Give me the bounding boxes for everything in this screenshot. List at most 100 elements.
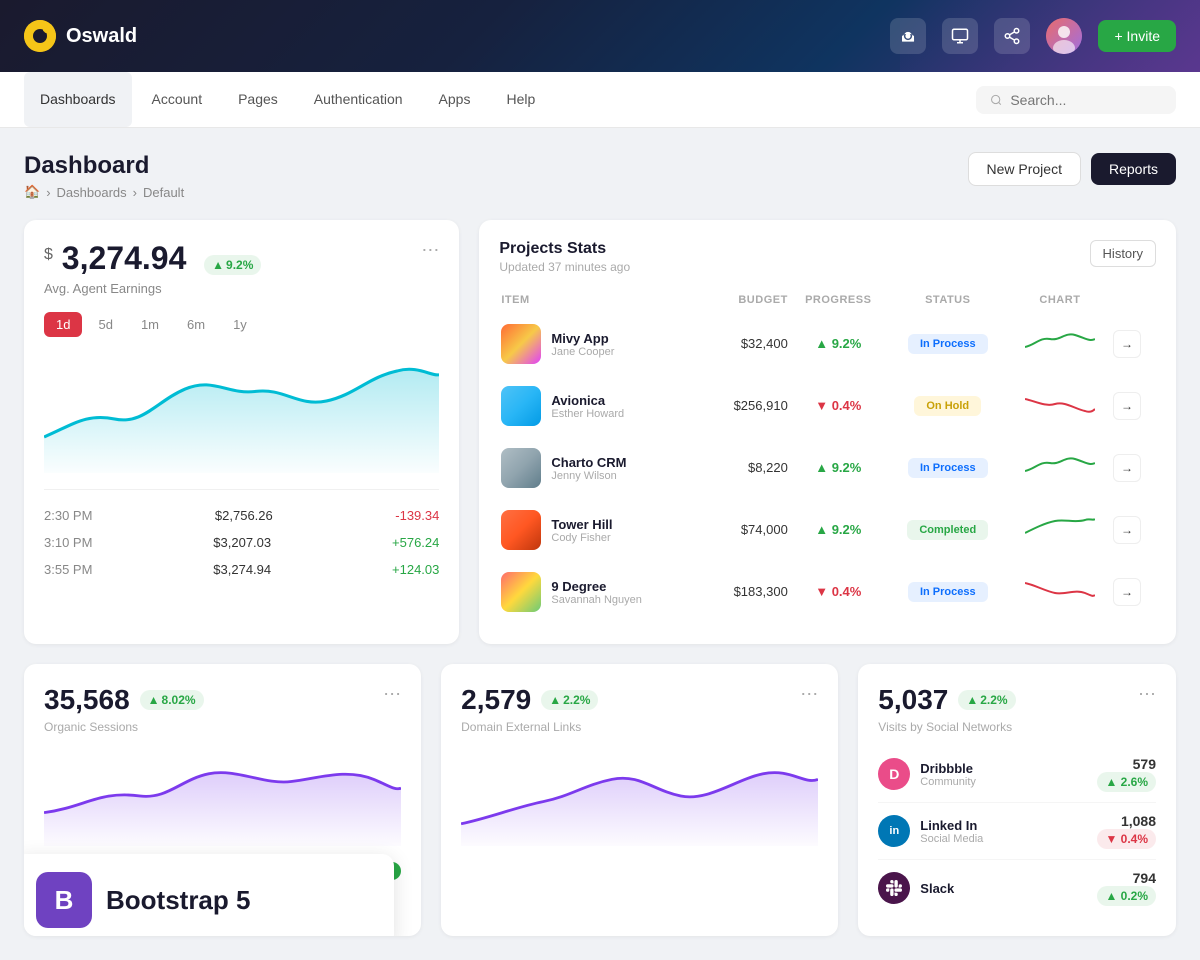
nav-item-apps[interactable]: Apps bbox=[423, 72, 487, 127]
social-dribbble: D Dribbble Community 579 ▲ 2.6% bbox=[878, 746, 1156, 803]
organic-chart bbox=[44, 746, 401, 846]
slack-badge: ▲ 0.2% bbox=[1097, 886, 1156, 906]
row-arrow-button[interactable]: → bbox=[1113, 578, 1141, 606]
chart-cell bbox=[1009, 438, 1111, 498]
social-more-button[interactable]: ⋯ bbox=[1138, 684, 1156, 705]
earnings-card: $ 3,274.94 ▲ 9.2% Avg. Agent Earnings ⋯ … bbox=[24, 220, 459, 644]
history-button[interactable]: History bbox=[1090, 240, 1156, 267]
breadcrumb-dashboards[interactable]: Dashboards bbox=[57, 185, 127, 200]
chart-cell bbox=[1009, 500, 1111, 560]
camera-icon-btn[interactable] bbox=[890, 18, 926, 54]
table-row: Avionica Esther Howard $256,910 ▼ 0.4% O… bbox=[501, 376, 1154, 436]
page-header: Dashboard 🏠 › Dashboards › Default New P… bbox=[24, 152, 1176, 200]
budget-cell: $256,910 bbox=[709, 376, 788, 436]
slack-stats: 794 ▲ 0.2% bbox=[1097, 870, 1156, 906]
status-badge: Completed bbox=[907, 520, 988, 540]
breadcrumb: 🏠 › Dashboards › Default bbox=[24, 184, 184, 200]
view-cell: → bbox=[1113, 314, 1154, 374]
nav-item-dashboards[interactable]: Dashboards bbox=[24, 72, 132, 127]
nav-item-pages[interactable]: Pages bbox=[222, 72, 294, 127]
status-cell: In Process bbox=[889, 438, 1007, 498]
dribbble-icon: D bbox=[878, 758, 910, 790]
nav-item-help[interactable]: Help bbox=[490, 72, 551, 127]
time-filters: 1d 5d 1m 6m 1y bbox=[44, 312, 439, 337]
dribbble-text: Dribbble Community bbox=[920, 761, 976, 788]
progress-value: ▼ 0.4% bbox=[815, 398, 861, 413]
project-thumb bbox=[501, 386, 541, 426]
earnings-more-button[interactable]: ⋯ bbox=[421, 240, 439, 261]
mini-chart bbox=[1025, 451, 1095, 486]
projects-header: Projects Stats Updated 37 minutes ago Hi… bbox=[499, 240, 1156, 274]
domain-value-area: 2,579 ▲ 2.2% Domain External Links bbox=[461, 684, 598, 734]
amount-0: $2,756.26 bbox=[215, 508, 273, 523]
row-arrow-button[interactable]: → bbox=[1113, 392, 1141, 420]
organic-more-button[interactable]: ⋯ bbox=[383, 684, 401, 705]
project-author: Jane Cooper bbox=[551, 346, 614, 358]
breadcrumb-default[interactable]: Default bbox=[143, 185, 184, 200]
reports-button[interactable]: Reports bbox=[1091, 153, 1176, 185]
top-cards-grid: $ 3,274.94 ▲ 9.2% Avg. Agent Earnings ⋯ … bbox=[24, 220, 1176, 644]
mini-chart bbox=[1025, 327, 1095, 362]
app-name: Oswald bbox=[66, 25, 137, 48]
view-cell: → bbox=[1113, 500, 1154, 560]
amount-value: 3,274.94 bbox=[62, 240, 187, 276]
progress-value: ▲ 9.2% bbox=[815, 336, 861, 351]
budget-amount: $256,910 bbox=[734, 398, 788, 413]
dribbble-name: Dribbble bbox=[920, 761, 976, 776]
search-input[interactable] bbox=[1010, 92, 1162, 108]
domain-more-button[interactable]: ⋯ bbox=[800, 684, 818, 705]
breadcrumb-home[interactable]: 🏠 bbox=[24, 184, 40, 200]
bottom-cards-grid: 35,568 ▲ 8.02% Organic Sessions ⋯ bbox=[24, 664, 1176, 936]
organic-badge: ▲ 8.02% bbox=[140, 690, 204, 710]
filter-6m[interactable]: 6m bbox=[175, 312, 217, 337]
slack-name: Slack bbox=[920, 881, 954, 896]
amount-2: $3,274.94 bbox=[213, 562, 271, 577]
user-avatar[interactable] bbox=[1046, 18, 1082, 54]
projects-subtitle: Updated 37 minutes ago bbox=[499, 260, 630, 274]
currency-symbol: $ bbox=[44, 246, 53, 264]
breadcrumb-sep1: › bbox=[46, 185, 50, 200]
col-item: ITEM bbox=[501, 288, 706, 312]
project-name: Tower Hill bbox=[551, 517, 612, 532]
top-header: Oswald + Invite bbox=[0, 0, 1200, 72]
status-badge: In Process bbox=[908, 458, 988, 478]
row-arrow-button[interactable]: → bbox=[1113, 330, 1141, 358]
filter-5d[interactable]: 5d bbox=[86, 312, 124, 337]
view-cell: → bbox=[1113, 376, 1154, 436]
progress-value: ▲ 9.2% bbox=[815, 522, 861, 537]
col-budget: BUDGET bbox=[709, 288, 788, 312]
filter-1m[interactable]: 1m bbox=[129, 312, 171, 337]
progress-value: ▼ 0.4% bbox=[815, 584, 861, 599]
new-project-button[interactable]: New Project bbox=[968, 152, 1081, 186]
status-badge: In Process bbox=[908, 334, 988, 354]
social-linkedin: in Linked In Social Media 1,088 ▼ 0.4% bbox=[878, 803, 1156, 860]
time-0: 2:30 PM bbox=[44, 508, 92, 523]
search-area[interactable] bbox=[976, 86, 1176, 114]
chart-cell bbox=[1009, 314, 1111, 374]
filter-1d[interactable]: 1d bbox=[44, 312, 82, 337]
domain-chart bbox=[461, 746, 818, 846]
budget-amount: $8,220 bbox=[748, 460, 788, 475]
chart-cell bbox=[1009, 376, 1111, 436]
share-icon-btn[interactable] bbox=[994, 18, 1030, 54]
breadcrumb-sep2: › bbox=[133, 185, 137, 200]
table-row: Mivy App Jane Cooper $32,400 ▲ 9.2% In P… bbox=[501, 314, 1154, 374]
linkedin-icon: in bbox=[878, 815, 910, 847]
status-cell: In Process bbox=[889, 562, 1007, 622]
time-2: 3:55 PM bbox=[44, 562, 92, 577]
monitor-icon-btn[interactable] bbox=[942, 18, 978, 54]
search-icon bbox=[990, 93, 1002, 107]
change-1: +576.24 bbox=[392, 535, 439, 550]
organic-value-area: 35,568 ▲ 8.02% Organic Sessions bbox=[44, 684, 204, 734]
nav-item-account[interactable]: Account bbox=[136, 72, 219, 127]
bootstrap-overlay: B Bootstrap 5 bbox=[24, 854, 394, 936]
social-header: 5,037 ▲ 2.2% Visits by Social Networks ⋯ bbox=[878, 684, 1156, 734]
filter-1y[interactable]: 1y bbox=[221, 312, 259, 337]
linkedin-stats: 1,088 ▼ 0.4% bbox=[1097, 813, 1156, 849]
social-badge: ▲ 2.2% bbox=[958, 690, 1015, 710]
project-item-cell: Mivy App Jane Cooper bbox=[501, 314, 706, 374]
row-arrow-button[interactable]: → bbox=[1113, 454, 1141, 482]
nav-item-authentication[interactable]: Authentication bbox=[298, 72, 419, 127]
row-arrow-button[interactable]: → bbox=[1113, 516, 1141, 544]
invite-button[interactable]: + Invite bbox=[1098, 20, 1176, 52]
